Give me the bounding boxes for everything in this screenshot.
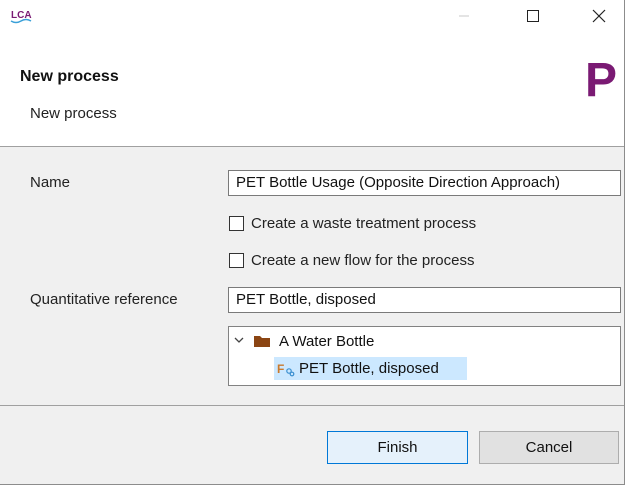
wizard-header: New process New process P xyxy=(0,32,624,146)
new-flow-label[interactable]: Create a new flow for the process xyxy=(251,252,474,269)
name-input[interactable]: PET Bottle Usage (Opposite Direction App… xyxy=(228,170,621,196)
lca-logo-icon: LCA xyxy=(10,10,32,24)
page-title: New process xyxy=(20,68,119,85)
folder-icon xyxy=(254,336,270,347)
minimize-button[interactable] xyxy=(441,0,487,32)
quantitative-reference-label: Quantitative reference xyxy=(30,291,178,308)
dialog-window: LCA New process New process P Name PET B… xyxy=(0,0,625,485)
title-bar[interactable]: LCA xyxy=(0,0,624,32)
maximize-icon xyxy=(527,10,539,22)
finish-button[interactable]: Finish xyxy=(327,431,468,464)
close-icon xyxy=(592,9,606,23)
process-logo: P xyxy=(585,54,618,107)
cancel-button[interactable]: Cancel xyxy=(479,431,619,464)
flow-icon: F xyxy=(277,362,295,377)
maximize-button[interactable] xyxy=(510,0,556,32)
waste-treatment-label[interactable]: Create a waste treatment process xyxy=(251,215,476,232)
tree-folder-label[interactable]: A Water Bottle xyxy=(279,333,374,350)
waste-treatment-checkbox[interactable] xyxy=(229,216,244,231)
chevron-down-icon[interactable] xyxy=(233,333,245,347)
name-label: Name xyxy=(30,174,71,191)
quantitative-reference-input[interactable]: PET Bottle, disposed xyxy=(228,287,621,313)
new-flow-checkbox[interactable] xyxy=(229,253,244,268)
close-button[interactable] xyxy=(576,0,622,32)
tree-item-label[interactable]: PET Bottle, disposed xyxy=(299,360,439,377)
minimize-icon xyxy=(459,15,469,17)
page-description: New process xyxy=(30,105,117,122)
svg-text:F: F xyxy=(277,362,284,376)
